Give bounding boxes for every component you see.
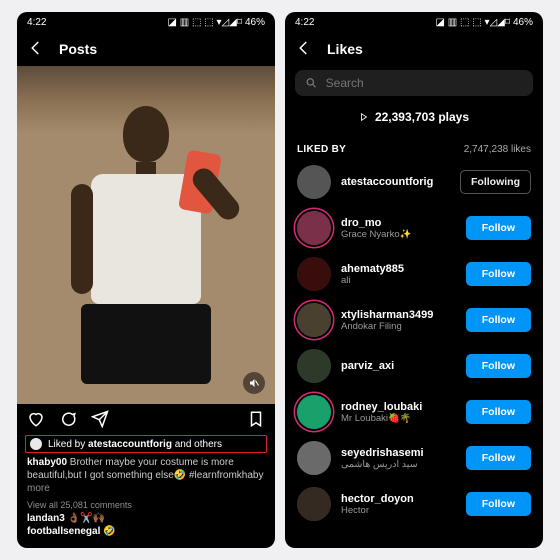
post-caption[interactable]: khaby00 Brother maybe your costume is mo… (17, 453, 275, 498)
username: ahematy885 (341, 263, 456, 275)
status-time: 4:22 (295, 17, 314, 28)
user-text: hector_doyonHector (341, 493, 456, 516)
back-icon[interactable] (27, 39, 45, 60)
liker-row[interactable]: hector_doyonHector Follow (285, 481, 543, 527)
liker-avatar (30, 438, 42, 450)
user-subtitle: Hector (341, 505, 456, 516)
following-button[interactable]: Following (460, 170, 531, 194)
posts-header: Posts (17, 32, 275, 66)
phone-posts: 4:22 ◪ ▥ ⬚ ⬚ ▾◿◢⌑ 46% Posts Li (17, 12, 275, 548)
liked-by-section: LIKED BY 2,747,238 likes (285, 134, 543, 159)
username: seyedrishasemi (341, 447, 456, 459)
user-text: xtylisharman3499Andokar Filing (341, 309, 456, 332)
like-icon[interactable] (27, 410, 45, 431)
user-subtitle: Grace Nyarko✨ (341, 229, 456, 240)
person-figure (71, 106, 221, 386)
network-icons: ◪ ▥ ⬚ ⬚ ▾◿◢⌑ (168, 17, 242, 28)
user-subtitle: ali (341, 275, 456, 286)
liker-row[interactable]: ahematy885ali Follow (285, 251, 543, 297)
likers-list[interactable]: atestaccountforigFollowingdro_moGrace Ny… (285, 159, 543, 548)
avatar[interactable] (297, 487, 331, 521)
liker-row[interactable]: rodney_loubakiMr Loubaki🍓🌴 Follow (285, 389, 543, 435)
likes-count: 2,747,238 likes (464, 144, 531, 155)
liked-by-row[interactable]: Liked by atestaccountforig and others (25, 435, 267, 453)
user-subtitle: Mr Loubaki🍓🌴 (341, 413, 456, 424)
user-subtitle: سید ادریس هاشمی (341, 459, 456, 470)
phone-likes: 4:22 ◪ ▥ ⬚ ⬚ ▾◿◢⌑ 46% Likes 22,393,703 p… (285, 12, 543, 548)
avatar[interactable] (297, 395, 331, 429)
liker-row[interactable]: dro_moGrace Nyarko✨ Follow (285, 205, 543, 251)
avatar[interactable] (297, 349, 331, 383)
play-icon (359, 112, 369, 122)
battery-text: 46% (513, 17, 533, 28)
likes-header: Likes (285, 32, 543, 66)
post-actions (17, 404, 275, 435)
username: dro_mo (341, 217, 456, 229)
liked-by-label: LIKED BY (297, 144, 346, 155)
comment-2[interactable]: footballsenegal 🤣 (17, 525, 275, 538)
post-media[interactable] (17, 66, 275, 404)
follow-button[interactable]: Follow (466, 400, 531, 424)
view-comments-link[interactable]: View all 25,081 comments (17, 498, 275, 512)
username: parviz_axi (341, 360, 456, 372)
username: rodney_loubaki (341, 401, 456, 413)
username: xtylisharman3499 (341, 309, 456, 321)
network-icons: ◪ ▥ ⬚ ⬚ ▾◿◢⌑ (436, 17, 510, 28)
battery-text: 46% (245, 17, 265, 28)
avatar[interactable] (297, 165, 331, 199)
avatar[interactable] (297, 257, 331, 291)
liked-by-text: Liked by atestaccountforig and others (48, 439, 222, 450)
follow-button[interactable]: Follow (466, 492, 531, 516)
mute-icon[interactable] (243, 372, 265, 394)
user-text: seyedrishasemiسید ادریس هاشمی (341, 447, 456, 470)
user-text: atestaccountforig (341, 176, 450, 188)
follow-button[interactable]: Follow (466, 446, 531, 470)
share-icon[interactable] (91, 410, 109, 431)
status-bar: 4:22 ◪ ▥ ⬚ ⬚ ▾◿◢⌑ 46% (17, 12, 275, 32)
username: atestaccountforig (341, 176, 450, 188)
status-icons: ◪ ▥ ⬚ ⬚ ▾◿◢⌑ 46% (168, 17, 265, 28)
avatar[interactable] (297, 211, 331, 245)
follow-button[interactable]: Follow (466, 354, 531, 378)
back-icon[interactable] (295, 39, 313, 60)
liker-row[interactable]: xtylisharman3499Andokar Filing Follow (285, 297, 543, 343)
status-bar: 4:22 ◪ ▥ ⬚ ⬚ ▾◿◢⌑ 46% (285, 12, 543, 32)
username: hector_doyon (341, 493, 456, 505)
search-input[interactable] (326, 76, 523, 90)
liker-row[interactable]: atestaccountforig Following (285, 159, 543, 205)
user-subtitle: Andokar Filing (341, 321, 456, 332)
page-title: Posts (59, 41, 97, 57)
search-icon (305, 76, 318, 90)
comment-icon[interactable] (59, 410, 77, 431)
user-text: rodney_loubakiMr Loubaki🍓🌴 (341, 401, 456, 424)
bookmark-icon[interactable] (247, 410, 265, 431)
status-time: 4:22 (27, 17, 46, 28)
search-field[interactable] (295, 70, 533, 96)
user-text: dro_moGrace Nyarko✨ (341, 217, 456, 240)
avatar[interactable] (297, 441, 331, 475)
avatar[interactable] (297, 303, 331, 337)
comment-1[interactable]: landan3 👌🏾✂️🙌🏾 (17, 512, 275, 525)
liker-row[interactable]: seyedrishasemiسید ادریس هاشمی Follow (285, 435, 543, 481)
follow-button[interactable]: Follow (466, 216, 531, 240)
play-count: 22,393,703 plays (285, 102, 543, 134)
liker-row[interactable]: parviz_axi Follow (285, 343, 543, 389)
follow-button[interactable]: Follow (466, 308, 531, 332)
user-text: ahematy885ali (341, 263, 456, 286)
user-text: parviz_axi (341, 360, 456, 372)
status-icons: ◪ ▥ ⬚ ⬚ ▾◿◢⌑ 46% (436, 17, 533, 28)
page-title: Likes (327, 41, 363, 57)
follow-button[interactable]: Follow (466, 262, 531, 286)
